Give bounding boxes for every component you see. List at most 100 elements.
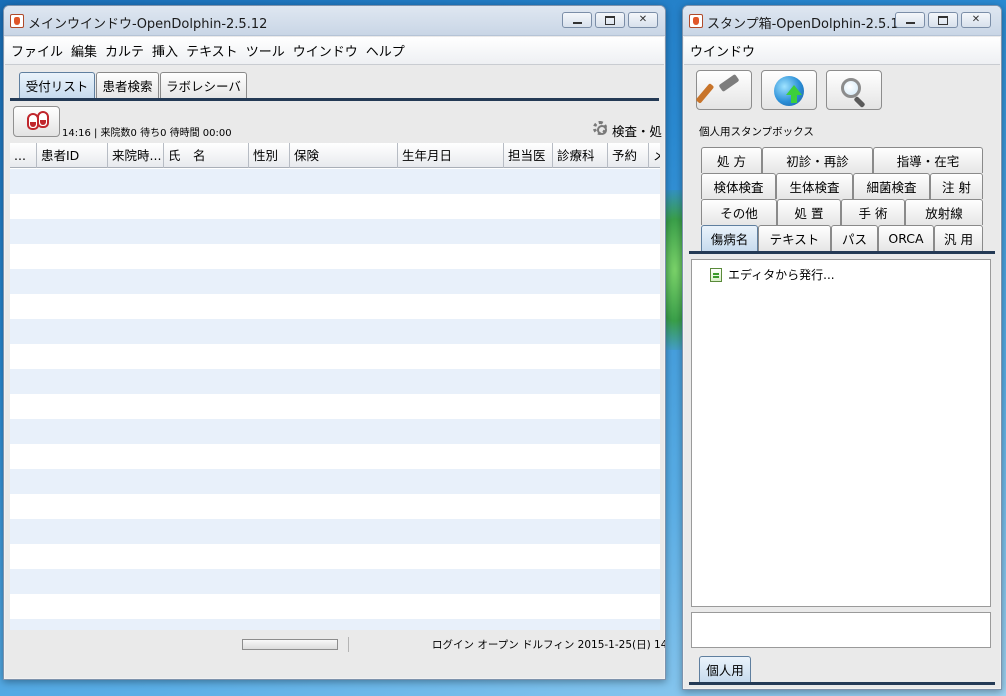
table-header: ... 患者ID 来院時... 氏 名 性別 保険 生年月日 担当医 診療科 予…	[10, 143, 660, 168]
stab-other[interactable]: その他	[701, 199, 777, 225]
reception-table[interactable]: ... 患者ID 来院時... 氏 名 性別 保険 生年月日 担当医 診療科 予…	[10, 143, 660, 630]
col-appointment[interactable]: 予約	[608, 143, 649, 168]
stab-injection[interactable]: 注 射	[930, 173, 983, 199]
tab-underline	[10, 98, 659, 101]
main-statusbar: ログイン オープン ドルフィン 2015-1-25(日) 14:1	[10, 633, 665, 657]
maximize-button[interactable]	[928, 12, 958, 28]
bottom-tab-underline	[689, 682, 995, 685]
stab-specimen-test[interactable]: 検体検査	[701, 173, 776, 199]
table-row[interactable]	[10, 244, 660, 269]
menu-insert[interactable]: 挿入	[152, 41, 178, 60]
table-row[interactable]	[10, 594, 660, 619]
stamp-document-icon	[710, 267, 722, 282]
menu-tool[interactable]: ツール	[246, 41, 285, 60]
table-row[interactable]	[10, 294, 660, 319]
col-department[interactable]: 診療科	[553, 143, 608, 168]
col-name[interactable]: 氏 名	[164, 143, 249, 168]
tab-personal[interactable]: 個人用	[699, 656, 751, 682]
table-row[interactable]	[10, 519, 660, 544]
table-row[interactable]	[10, 194, 660, 219]
stamp-tab-underline	[689, 251, 995, 254]
stab-treatment[interactable]: 処 置	[777, 199, 841, 225]
table-row[interactable]	[10, 469, 660, 494]
minimize-button[interactable]	[895, 12, 925, 28]
shoe-icon	[37, 111, 49, 128]
table-row[interactable]	[10, 569, 660, 594]
table-row[interactable]	[10, 319, 660, 344]
col-memo[interactable]: メ	[649, 143, 660, 168]
table-row[interactable]	[10, 344, 660, 369]
close-button[interactable]	[961, 12, 991, 28]
table-row[interactable]	[10, 394, 660, 419]
col-patient-id[interactable]: 患者ID	[37, 143, 108, 168]
stamp-editor-button[interactable]	[695, 70, 752, 110]
main-window: メインウインドウ-OpenDolphin-2.5.12 ファイル 編集 カルテ …	[3, 5, 666, 680]
table-row[interactable]	[10, 269, 660, 294]
java-app-icon	[689, 14, 703, 28]
stab-radiology[interactable]: 放射線	[905, 199, 983, 225]
tab-patient-search[interactable]: 患者検索	[96, 72, 159, 98]
col-state[interactable]: ...	[10, 143, 37, 168]
tree-item-label: エディタから発行...	[728, 268, 835, 282]
stab-bacteria-test[interactable]: 細菌検査	[853, 173, 930, 199]
menu-window[interactable]: ウインドウ	[690, 41, 755, 60]
menu-window[interactable]: ウインドウ	[293, 41, 358, 60]
stab-path[interactable]: パス	[831, 225, 878, 251]
col-visit-time[interactable]: 来院時...	[108, 143, 164, 168]
menu-edit[interactable]: 編集	[71, 41, 97, 60]
table-row[interactable]	[10, 444, 660, 469]
login-status: ログイン オープン ドルフィン 2015-1-25(日) 14:1	[432, 639, 666, 651]
stamp-publish-button[interactable]	[761, 70, 817, 110]
stamp-box-heading: 個人用スタンプボックス	[699, 126, 814, 138]
stamp-info-field[interactable]	[691, 612, 991, 648]
stab-guidance-home[interactable]: 指導・在宅	[873, 147, 983, 173]
table-row[interactable]	[10, 494, 660, 519]
gear-icon[interactable]	[593, 121, 607, 135]
stab-text[interactable]: テキスト	[758, 225, 831, 251]
stab-general[interactable]: 汎 用	[934, 225, 983, 251]
col-insurance[interactable]: 保険	[290, 143, 398, 168]
stab-surgery[interactable]: 手 術	[841, 199, 905, 225]
stamp-tree[interactable]: エディタから発行...	[691, 259, 991, 607]
upload-arrow-icon	[786, 85, 802, 95]
tree-item-editor[interactable]: エディタから発行...	[710, 266, 835, 283]
tab-reception-list[interactable]: 受付リスト	[19, 72, 95, 98]
table-row[interactable]	[10, 619, 660, 630]
tab-lab-receiver[interactable]: ラボレシーバ	[160, 72, 247, 98]
main-menubar: ファイル 編集 カルテ 挿入 テキスト ツール ウインドウ ヘルプ	[5, 37, 664, 65]
exam-search-label[interactable]: 検査・処	[612, 121, 662, 140]
stamp-search-button[interactable]	[826, 70, 882, 110]
java-app-icon	[10, 14, 24, 28]
maximize-button[interactable]	[595, 12, 625, 28]
stab-prescription[interactable]: 処 方	[701, 147, 762, 173]
stab-disease-name[interactable]: 傷病名	[701, 225, 758, 251]
stamp-menubar: ウインドウ	[684, 37, 1000, 65]
reception-button[interactable]	[13, 106, 60, 137]
menu-karte[interactable]: カルテ	[105, 41, 144, 60]
table-row[interactable]	[10, 544, 660, 569]
close-button[interactable]	[628, 12, 658, 28]
reception-status: 14:16 | 来院数0 待ち0 待時間 00:00	[62, 128, 232, 139]
stamp-titlebar[interactable]: スタンプ箱-OpenDolphin-2.5.12	[683, 6, 1001, 36]
stamp-window: スタンプ箱-OpenDolphin-2.5.12 ウインドウ 個人用スタンプボッ…	[682, 5, 1002, 690]
upload-arrow-stem	[791, 95, 797, 103]
menu-help[interactable]: ヘルプ	[366, 41, 405, 60]
col-birthdate[interactable]: 生年月日	[398, 143, 504, 168]
hammer-icon-head	[718, 73, 740, 93]
table-row[interactable]	[10, 219, 660, 244]
stab-first-visit[interactable]: 初診・再診	[762, 147, 873, 173]
progress-bar	[242, 639, 338, 650]
col-doctor[interactable]: 担当医	[504, 143, 553, 168]
table-row[interactable]	[10, 419, 660, 444]
minimize-button[interactable]	[562, 12, 592, 28]
col-sex[interactable]: 性別	[249, 143, 290, 168]
table-row[interactable]	[10, 169, 660, 194]
table-row[interactable]	[10, 369, 660, 394]
menu-text[interactable]: テキスト	[186, 41, 238, 60]
menu-file[interactable]: ファイル	[11, 41, 63, 60]
main-titlebar[interactable]: メインウインドウ-OpenDolphin-2.5.12	[4, 6, 665, 36]
magnifier-handle	[853, 95, 866, 109]
stab-orca[interactable]: ORCA	[878, 225, 934, 251]
stab-physiological-test[interactable]: 生体検査	[776, 173, 853, 199]
status-separator	[348, 637, 349, 652]
